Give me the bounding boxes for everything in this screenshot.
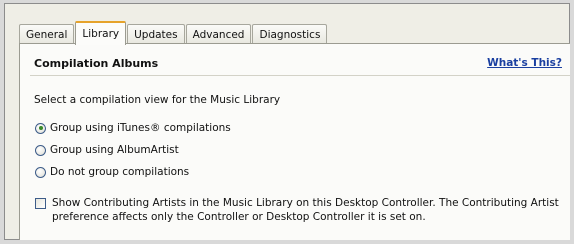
option-itunes-compilations[interactable]: Group using iTunes® compilations <box>35 122 231 134</box>
radio-button[interactable] <box>35 144 46 156</box>
radio-button[interactable] <box>35 166 46 178</box>
tab-diagnostics[interactable]: Diagnostics <box>252 24 328 44</box>
option-label: Do not group compilations <box>50 166 190 178</box>
option-label: Group using iTunes® compilations <box>50 122 231 134</box>
tab-library[interactable]: Library <box>75 21 127 45</box>
option-do-not-group[interactable]: Do not group compilations <box>35 166 189 178</box>
tab-updates[interactable]: Updates <box>127 24 185 44</box>
tab-general[interactable]: General <box>19 24 75 44</box>
library-panel: Compilation Albums What's This? Select a… <box>19 43 570 240</box>
contributing-artists-label: Show Contributing Artists in the Music L… <box>52 197 559 223</box>
contributing-artists-option[interactable]: Show Contributing Artists in the Music L… <box>35 196 572 224</box>
compilation-prompt: Select a compilation view for the Music … <box>34 94 281 106</box>
tab-advanced[interactable]: Advanced <box>185 24 252 44</box>
contributing-artists-checkbox[interactable] <box>35 198 46 209</box>
whats-this-link[interactable]: What's This? <box>487 57 562 69</box>
radio-button-checked[interactable] <box>35 122 46 134</box>
option-album-artist[interactable]: Group using AlbumArtist <box>35 144 179 156</box>
tab-bar: General Library Updates Advanced Diagnos… <box>19 20 328 45</box>
option-label: Group using AlbumArtist <box>50 144 179 156</box>
section-title: Compilation Albums <box>34 57 159 70</box>
section-divider <box>30 75 570 76</box>
